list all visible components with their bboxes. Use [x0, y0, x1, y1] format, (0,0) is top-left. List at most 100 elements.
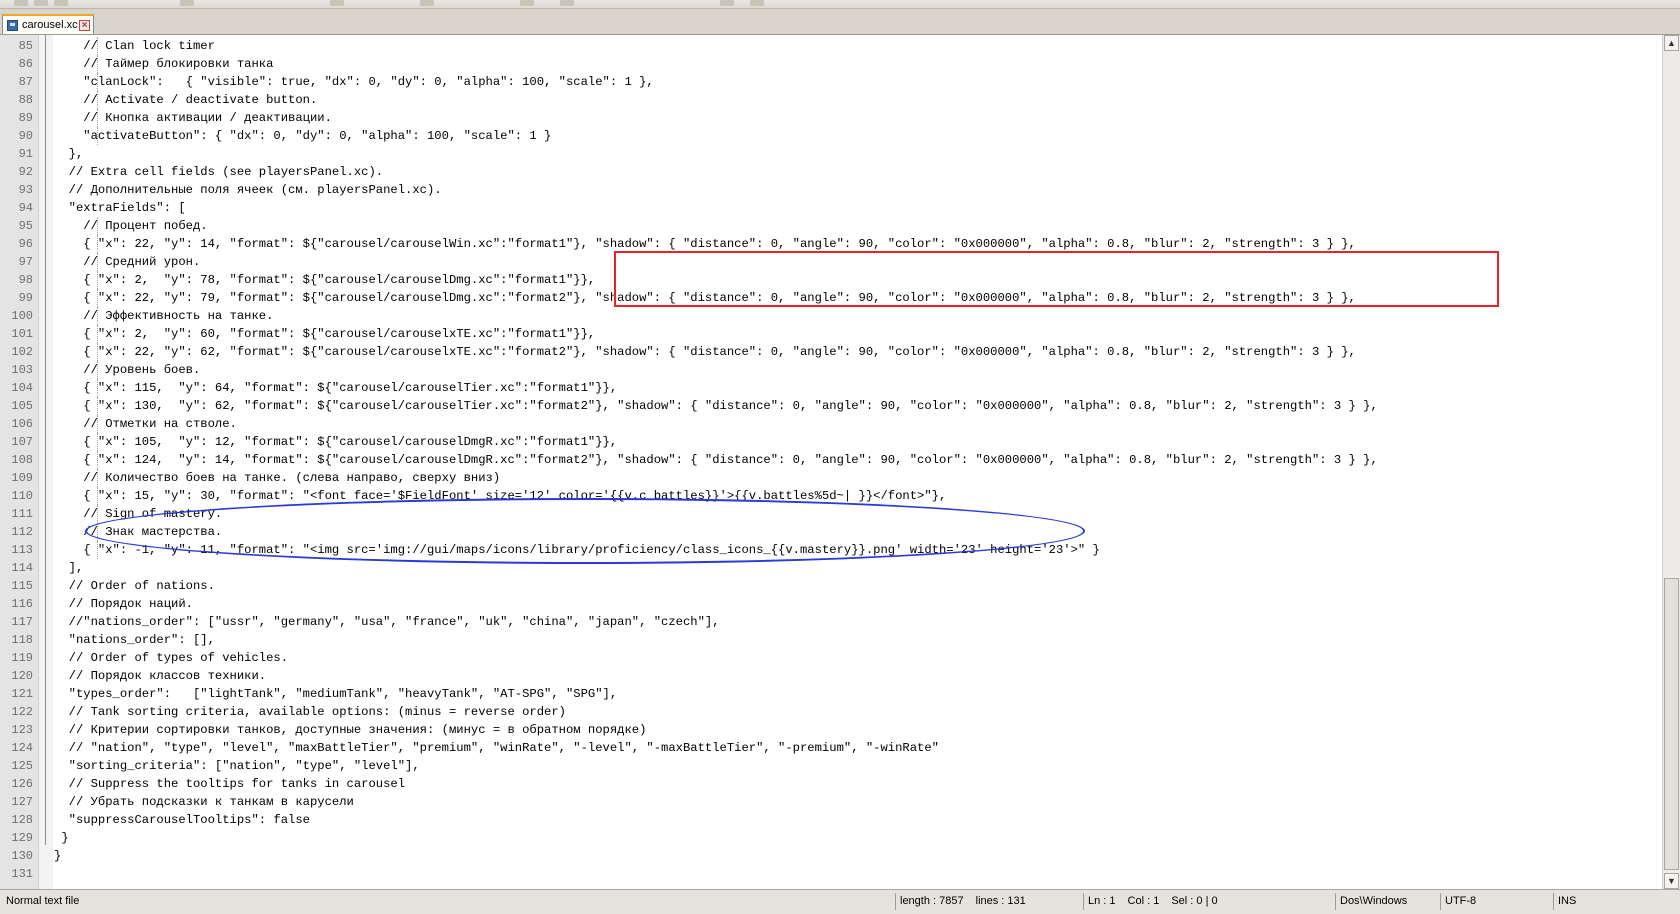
- line-code: // "nation", "type", "level", "maxBattle…: [54, 741, 939, 755]
- code-line[interactable]: 127 // Убрать подсказки к танкам в карус…: [0, 793, 1662, 811]
- line-number: 131: [11, 867, 33, 881]
- toolbar: [0, 0, 1680, 9]
- line-code: // Порядок классов техники.: [54, 669, 267, 683]
- line-code: "nations_order": [],: [54, 633, 215, 647]
- line-code: "activateButton": { "dx": 0, "dy": 0, "a…: [54, 129, 552, 143]
- code-lines: 85 // Clan lock timer 86 // Таймер блокир…: [0, 37, 1662, 883]
- toolbar-button[interactable]: [750, 0, 764, 6]
- scroll-down-icon[interactable]: ▼: [1664, 873, 1679, 889]
- toolbar-button[interactable]: [420, 0, 434, 6]
- code-line[interactable]: 91 },: [0, 145, 1662, 163]
- code-line[interactable]: 101 { "x": 2, "y": 60, "format": ${"caro…: [0, 325, 1662, 343]
- code-line[interactable]: 94 "extraFields": [: [0, 199, 1662, 217]
- code-line[interactable]: 86 // Таймер блокировки танка: [0, 55, 1662, 73]
- line-code: // Order of types of vehicles.: [54, 651, 289, 665]
- code-line[interactable]: 93 // Дополнительные поля ячеек (см. pla…: [0, 181, 1662, 199]
- code-line[interactable]: 89 // Кнопка активации / деактивации.: [0, 109, 1662, 127]
- code-line[interactable]: 128 "suppressCarouselTooltips": false: [0, 811, 1662, 829]
- line-code: // Кнопка активации / деактивации.: [54, 111, 332, 125]
- line-code: "suppressCarouselTooltips": false: [54, 813, 310, 827]
- line-number: 117: [11, 615, 33, 629]
- code-line[interactable]: 106 // Отметки на стволе.: [0, 415, 1662, 433]
- line-number: 104: [11, 381, 33, 395]
- line-code: "clanLock": { "visible": true, "dx": 0, …: [54, 75, 654, 89]
- line-code: // Процент побед.: [54, 219, 208, 233]
- code-line[interactable]: 85 // Clan lock timer: [0, 37, 1662, 55]
- line-number: 93: [18, 183, 33, 197]
- code-line[interactable]: 131: [0, 865, 1662, 883]
- toolbar-button[interactable]: [330, 0, 344, 6]
- red-rectangle-annotation: [614, 251, 1499, 307]
- line-code: // Средний урон.: [54, 255, 201, 269]
- code-line[interactable]: 105 { "x": 130, "y": 62, "format": ${"ca…: [0, 397, 1662, 415]
- status-length-lines: length : 7857 lines : 131: [895, 893, 1026, 910]
- status-eol: Dos\Windows: [1335, 893, 1407, 910]
- code-line[interactable]: 92 // Extra cell fields (see playersPane…: [0, 163, 1662, 181]
- toolbar-button[interactable]: [520, 0, 534, 6]
- line-code: // Suppress the tooltips for tanks in ca…: [54, 777, 406, 791]
- toolbar-button[interactable]: [54, 0, 68, 6]
- code-line[interactable]: 129 }: [0, 829, 1662, 847]
- line-number: 130: [11, 849, 33, 863]
- line-number: 126: [11, 777, 33, 791]
- code-line[interactable]: 104 { "x": 115, "y": 64, "format": ${"ca…: [0, 379, 1662, 397]
- status-col: Col : 1: [1127, 895, 1160, 907]
- line-code: { "x": 22, "y": 62, "format": ${"carouse…: [54, 345, 1356, 359]
- code-line[interactable]: 124 // "nation", "type", "level", "maxBa…: [0, 739, 1662, 757]
- toolbar-button[interactable]: [34, 0, 48, 6]
- vertical-scrollbar[interactable]: ▲ ▼: [1662, 35, 1680, 889]
- code-line[interactable]: 95 // Процент побед.: [0, 217, 1662, 235]
- line-number: 87: [18, 75, 33, 89]
- scroll-up-icon[interactable]: ▲: [1664, 35, 1679, 51]
- code-line[interactable]: 116 // Порядок наций.: [0, 595, 1662, 613]
- code-line[interactable]: 122 // Tank sorting criteria, available …: [0, 703, 1662, 721]
- toolbar-button[interactable]: [720, 0, 734, 6]
- code-line[interactable]: 90 "activateButton": { "dx": 0, "dy": 0,…: [0, 127, 1662, 145]
- line-number: 108: [11, 453, 33, 467]
- code-line[interactable]: 109 // Количество боев на танке. (слева …: [0, 469, 1662, 487]
- tab-label: carousel.xc: [22, 19, 78, 31]
- line-code: },: [54, 147, 84, 161]
- toolbar-button[interactable]: [560, 0, 574, 6]
- code-line[interactable]: 100 // Эффективность на танке.: [0, 307, 1662, 325]
- code-line[interactable]: 117 //"nations_order": ["ussr", "germany…: [0, 613, 1662, 631]
- code-editor[interactable]: 85 // Clan lock timer 86 // Таймер блокир…: [0, 35, 1662, 889]
- line-code: { "x": 130, "y": 62, "format": ${"carous…: [54, 399, 1378, 413]
- line-code: "sorting_criteria": ["nation", "type", "…: [54, 759, 420, 773]
- line-code: // Порядок наций.: [54, 597, 193, 611]
- tab-carousel-xc[interactable]: carousel.xc ×: [2, 14, 94, 34]
- code-line[interactable]: 130}: [0, 847, 1662, 865]
- code-line[interactable]: 123 // Критерии сортировки танков, досту…: [0, 721, 1662, 739]
- toolbar-button[interactable]: [14, 0, 28, 6]
- code-line[interactable]: 107 { "x": 105, "y": 12, "format": ${"ca…: [0, 433, 1662, 451]
- code-line[interactable]: 103 // Уровень боев.: [0, 361, 1662, 379]
- line-code: // Убрать подсказки к танкам в карусели: [54, 795, 354, 809]
- code-line[interactable]: 118 "nations_order": [],: [0, 631, 1662, 649]
- scrollbar-thumb[interactable]: [1664, 578, 1679, 870]
- toolbar-button[interactable]: [180, 0, 194, 6]
- status-mode: INS: [1553, 893, 1576, 910]
- code-line[interactable]: 126 // Suppress the tooltips for tanks i…: [0, 775, 1662, 793]
- line-code: //"nations_order": ["ussr", "germany", "…: [54, 615, 720, 629]
- code-line[interactable]: 102 { "x": 22, "y": 62, "format": ${"car…: [0, 343, 1662, 361]
- line-number: 92: [18, 165, 33, 179]
- line-number: 96: [18, 237, 33, 251]
- status-cursor: Ln : 1 Col : 1 Sel : 0 | 0: [1083, 893, 1218, 910]
- code-line[interactable]: 87 "clanLock": { "visible": true, "dx": …: [0, 73, 1662, 91]
- line-number: 110: [11, 489, 33, 503]
- code-line[interactable]: 114 ],: [0, 559, 1662, 577]
- line-number: 89: [18, 111, 33, 125]
- code-line[interactable]: 125 "sorting_criteria": ["nation", "type…: [0, 757, 1662, 775]
- line-code: { "x": 105, "y": 12, "format": ${"carous…: [54, 435, 618, 449]
- line-code: // Extra cell fields (see playersPanel.x…: [54, 165, 384, 179]
- code-line[interactable]: 121 "types_order": ["lightTank", "medium…: [0, 685, 1662, 703]
- line-code: { "x": 115, "y": 64, "format": ${"carous…: [54, 381, 618, 395]
- close-icon[interactable]: ×: [79, 19, 90, 31]
- code-line[interactable]: 120 // Порядок классов техники.: [0, 667, 1662, 685]
- line-number: 124: [11, 741, 33, 755]
- code-line[interactable]: 115 // Order of nations.: [0, 577, 1662, 595]
- code-line[interactable]: 88 // Activate / deactivate button.: [0, 91, 1662, 109]
- code-line[interactable]: 108 { "x": 124, "y": 14, "format": ${"ca…: [0, 451, 1662, 469]
- line-number: 118: [11, 633, 33, 647]
- code-line[interactable]: 119 // Order of types of vehicles.: [0, 649, 1662, 667]
